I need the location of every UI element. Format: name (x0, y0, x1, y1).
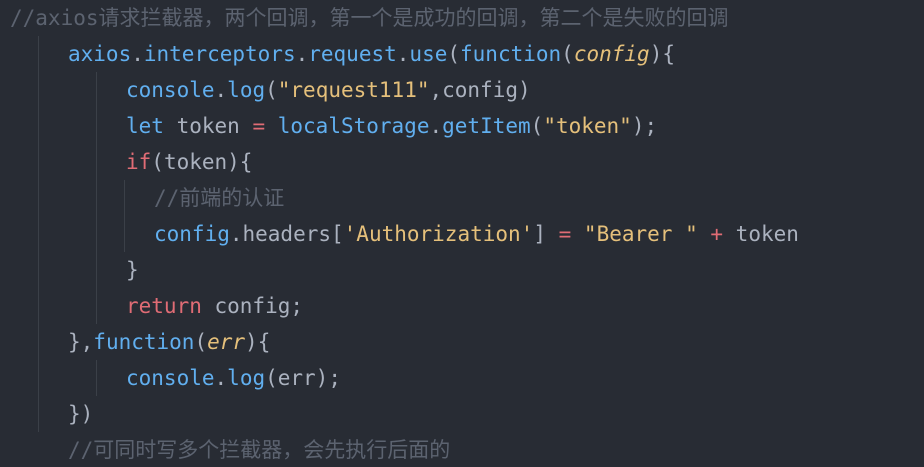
code-token: ){ (649, 42, 675, 66)
indent-guide (96, 72, 97, 324)
code-token: ( (561, 42, 574, 66)
code-token: config (573, 42, 650, 66)
code-line[interactable]: console.log("request111",config) (126, 72, 531, 108)
code-token: "Bearer " (583, 222, 698, 246)
indent-guide (96, 360, 97, 396)
code-line[interactable]: } (126, 252, 139, 288)
code-token: use (409, 42, 448, 66)
code-token: ( (194, 330, 208, 354)
code-token: . (214, 366, 228, 390)
code-token: }, (68, 330, 94, 354)
code-token: //可同时写多个拦截器，会先执行后面的 (68, 438, 451, 462)
code-token: //前端的认证 (154, 186, 285, 210)
code-token: function (93, 330, 195, 354)
code-token: function (460, 42, 562, 66)
indent-guide (38, 36, 39, 432)
code-token: return (126, 294, 202, 318)
code-line[interactable]: axios.interceptors.request.use(function(… (68, 36, 675, 72)
code-token: . (214, 78, 228, 102)
code-line[interactable]: },function(err){ (68, 324, 270, 360)
code-line[interactable]: //前端的认证 (154, 180, 284, 216)
code-token: . (295, 42, 309, 66)
code-token: "token" (543, 114, 632, 138)
code-token: err (207, 330, 246, 354)
code-token: + (710, 222, 724, 246)
code-token: . (429, 114, 443, 138)
code-editor[interactable]: //axios请求拦截器，两个回调，第一个是成功的回调，第二个是失败的回调 axi… (0, 0, 924, 467)
code-token: (err); (265, 366, 341, 390)
code-token: 'Authorization' (343, 222, 534, 246)
code-token: ( (447, 42, 461, 66)
code-token: ); (631, 114, 658, 138)
code-token: interceptors (143, 42, 296, 66)
code-token: console (126, 366, 215, 390)
code-token: token (723, 222, 799, 246)
code-token: ] (533, 222, 559, 246)
code-line[interactable]: console.log(err); (126, 360, 341, 396)
code-token: ){ (245, 330, 271, 354)
code-line[interactable]: let token = localStorage.getItem("token"… (126, 108, 657, 144)
code-token: (token){ (151, 150, 253, 174)
code-token: request (308, 42, 397, 66)
code-token: . (131, 42, 144, 66)
code-line[interactable]: }) (68, 396, 93, 432)
code-token: } (126, 258, 139, 282)
code-token: token (163, 114, 253, 138)
code-token: .headers[ (229, 222, 344, 246)
code-line[interactable]: config.headers['Authorization'] = "Beare… (154, 216, 799, 252)
code-token: "request111" (277, 78, 430, 102)
code-line[interactable]: if(token){ (126, 144, 252, 180)
code-line[interactable]: //可同时写多个拦截器，会先执行后面的 (68, 432, 450, 467)
code-token: ( (265, 78, 278, 102)
code-token: let (126, 114, 164, 138)
code-token: = (558, 222, 572, 246)
code-token: log (227, 366, 266, 390)
code-line[interactable]: //axios请求拦截器，两个回调，第一个是成功的回调，第二个是失败的回调 (10, 0, 729, 36)
code-token: config; (201, 294, 304, 318)
code-token: console (126, 78, 215, 102)
code-token: . (396, 42, 410, 66)
code-token: ( (530, 114, 544, 138)
code-token: }) (68, 402, 94, 426)
code-token: //axios请求拦截器，两个回调，第一个是成功的回调，第二个是失败的回调 (10, 6, 729, 30)
code-token: axios (68, 42, 132, 66)
code-token: getItem (442, 114, 531, 138)
code-token: = (252, 114, 266, 138)
code-token: log (227, 78, 266, 102)
code-token: localStorage (265, 114, 430, 138)
code-token: ,config) (429, 78, 531, 102)
code-line[interactable]: return config; (126, 288, 303, 324)
code-token: if (126, 150, 152, 174)
indent-guide (124, 180, 125, 252)
code-token: config (154, 222, 230, 246)
